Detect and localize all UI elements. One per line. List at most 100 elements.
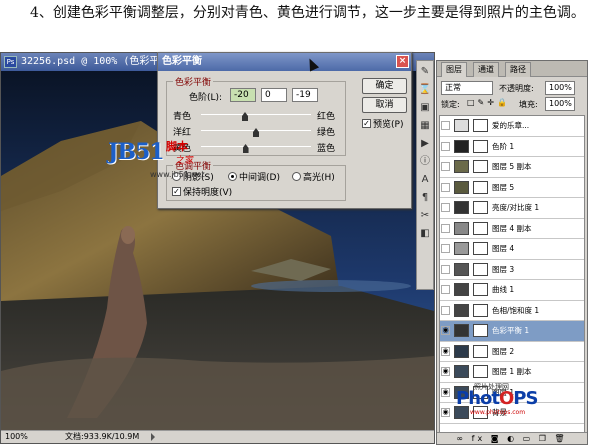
tab-channels[interactable]: 通道 — [473, 62, 499, 77]
midtones-radio[interactable] — [228, 172, 237, 181]
dialog-title: 色彩平衡 — [158, 53, 411, 71]
swatches-icon[interactable]: ▦ — [418, 119, 432, 133]
preview-checkbox[interactable]: ✓ — [362, 119, 371, 128]
link-icon[interactable]: ∞ — [456, 434, 466, 443]
level-yellow-blue-input[interactable]: -19 — [292, 88, 318, 102]
tab-paths[interactable]: 路径 — [505, 62, 531, 77]
fill-label: 填充: — [519, 100, 538, 109]
slider1-right-label: 红色 — [317, 112, 336, 122]
character-icon[interactable]: A — [418, 173, 432, 187]
layers-list: 爱的乐章... 色阶 1 图层 5 副本 图层 5 亮度/对比度 1 图层 4 副本 图层 … — [439, 115, 585, 433]
jb51-url: www.jb51.net — [150, 170, 205, 179]
visibility-eye-icon[interactable] — [441, 203, 450, 212]
layer-row[interactable]: 图层 4 副本 — [440, 218, 584, 239]
visibility-eye-icon[interactable] — [441, 162, 450, 171]
info-icon[interactable]: ⓘ — [418, 155, 432, 169]
visibility-eye-icon[interactable]: ◉ — [441, 367, 450, 376]
layer-row[interactable]: 色相/饱和度 1 — [440, 300, 584, 321]
paragraph-icon[interactable]: ¶ — [418, 191, 432, 205]
layer-mask-thumbnail — [473, 283, 488, 296]
cyan-red-slider[interactable] — [201, 114, 311, 115]
layer-row[interactable]: ◉ 图层 1 副本 — [440, 362, 584, 383]
visibility-eye-icon[interactable] — [441, 244, 450, 253]
visibility-eye-icon[interactable] — [441, 182, 450, 192]
photops-o-icon: O — [498, 388, 514, 409]
layer-row[interactable]: 图层 5 — [440, 177, 584, 198]
layer-thumbnail — [454, 303, 469, 317]
jb51-logo-sub: 之家 — [176, 156, 195, 166]
layer-row[interactable]: 图层 4 — [440, 239, 584, 260]
doc-size: 文档:933.9K/10.9M — [65, 432, 140, 441]
visibility-eye-icon[interactable]: ◉ — [441, 387, 450, 397]
layer-thumbnail — [454, 221, 469, 235]
layer-comps-icon[interactable]: ◧ — [418, 227, 432, 241]
visibility-eye-icon[interactable]: ◉ — [441, 346, 450, 356]
layer-name: 图层 5 — [492, 182, 515, 192]
navigator-icon[interactable]: ▣ — [418, 101, 432, 115]
layer-mask-thumbnail — [473, 180, 488, 194]
visibility-eye-icon[interactable] — [441, 223, 450, 233]
lock-label: 锁定: — [441, 100, 460, 109]
layer-name: 色相/饱和度 1 — [492, 305, 540, 315]
actions-icon[interactable]: ▶ — [418, 137, 432, 151]
layer-mask-thumbnail — [473, 119, 488, 132]
fill-input[interactable]: 100% — [545, 97, 575, 111]
photops-logo-part1: Phot — [456, 388, 500, 409]
preview-label: 预览(P) — [373, 120, 404, 130]
layer-row[interactable]: 图层 5 副本 — [440, 157, 584, 178]
cancel-button[interactable]: 取消 — [362, 97, 407, 113]
brush-icon[interactable]: ✎ — [418, 65, 432, 79]
midtones-label: 中间调(D) — [239, 173, 280, 183]
visibility-eye-icon[interactable] — [441, 121, 450, 130]
layer-row[interactable]: 亮度/对比度 1 — [440, 198, 584, 219]
layer-thumbnail — [454, 201, 469, 214]
layer-name: 图层 1 副本 — [492, 367, 532, 376]
tab-layers[interactable]: 图层 — [441, 62, 467, 77]
layer-mask-thumbnail — [473, 303, 488, 317]
level-cyan-red-input[interactable]: -20 — [230, 88, 256, 102]
history-icon[interactable]: ⌛ — [418, 83, 432, 97]
layer-mask-thumbnail — [473, 242, 488, 255]
group-legend: 色彩平衡 — [173, 75, 214, 88]
layer-row[interactable]: 爱的乐章... — [440, 116, 584, 137]
layer-name: 色阶 1 — [492, 141, 515, 151]
opacity-input[interactable]: 100% — [545, 81, 575, 95]
status-bar: 100% 文档:933.9K/10.9M — [1, 430, 434, 443]
blend-mode-select[interactable]: 正常 — [441, 81, 493, 95]
layer-name: 亮度/对比度 1 — [492, 203, 540, 212]
layers-footer: ∞ fx ◙ ◐ ▭ ❐ 🗑 — [437, 432, 587, 444]
layer-row[interactable]: 曲线 1 — [440, 280, 584, 301]
visibility-eye-icon[interactable] — [441, 141, 450, 151]
slider3-right-label: 蓝色 — [317, 144, 336, 154]
ok-button[interactable]: 确定 — [362, 78, 407, 94]
layer-row[interactable]: 色阶 1 — [440, 136, 584, 157]
layer-name: 图层 2 — [492, 346, 515, 356]
panel-tabs: 图层 通道 路径 — [437, 61, 587, 77]
fx-icon[interactable]: fx — [472, 434, 486, 443]
visibility-eye-icon[interactable] — [441, 264, 450, 274]
trash-icon[interactable]: 🗑 — [554, 434, 567, 443]
layer-row[interactable]: 图层 3 — [440, 259, 584, 280]
new-layer-icon[interactable]: ❐ — [539, 434, 549, 443]
slider2-left-label: 洋红 — [173, 128, 192, 138]
status-arrow-icon[interactable] — [151, 433, 159, 441]
group-icon[interactable]: ▭ — [523, 434, 534, 443]
highlights-radio[interactable] — [292, 172, 301, 181]
adjustment-icon[interactable]: ◐ — [507, 434, 517, 443]
visibility-eye-icon[interactable]: ◉ — [441, 408, 450, 417]
layer-row[interactable]: ◉ 色彩平衡 1 — [440, 321, 584, 342]
visibility-eye-icon[interactable]: ◉ — [441, 326, 450, 335]
close-icon[interactable]: × — [396, 55, 409, 68]
preserve-luminosity-checkbox[interactable]: ✓ — [172, 187, 181, 196]
mask-icon[interactable]: ◙ — [491, 434, 502, 443]
visibility-eye-icon[interactable] — [441, 305, 450, 315]
lock-icons[interactable]: □✎✛🔒 — [467, 98, 510, 107]
panel-tool-strip: ✎ ⌛ ▣ ▦ ▶ ⓘ A ¶ ✂ ◧ — [416, 60, 434, 290]
yellow-blue-slider[interactable] — [201, 146, 311, 147]
layer-row[interactable]: ◉ 图层 2 — [440, 341, 584, 362]
zoom-level[interactable]: 100% — [5, 431, 28, 443]
level-magenta-green-input[interactable]: 0 — [261, 88, 287, 102]
layer-name: 曲线 1 — [492, 285, 515, 294]
tool-presets-icon[interactable]: ✂ — [418, 209, 432, 223]
visibility-eye-icon[interactable] — [441, 285, 450, 294]
